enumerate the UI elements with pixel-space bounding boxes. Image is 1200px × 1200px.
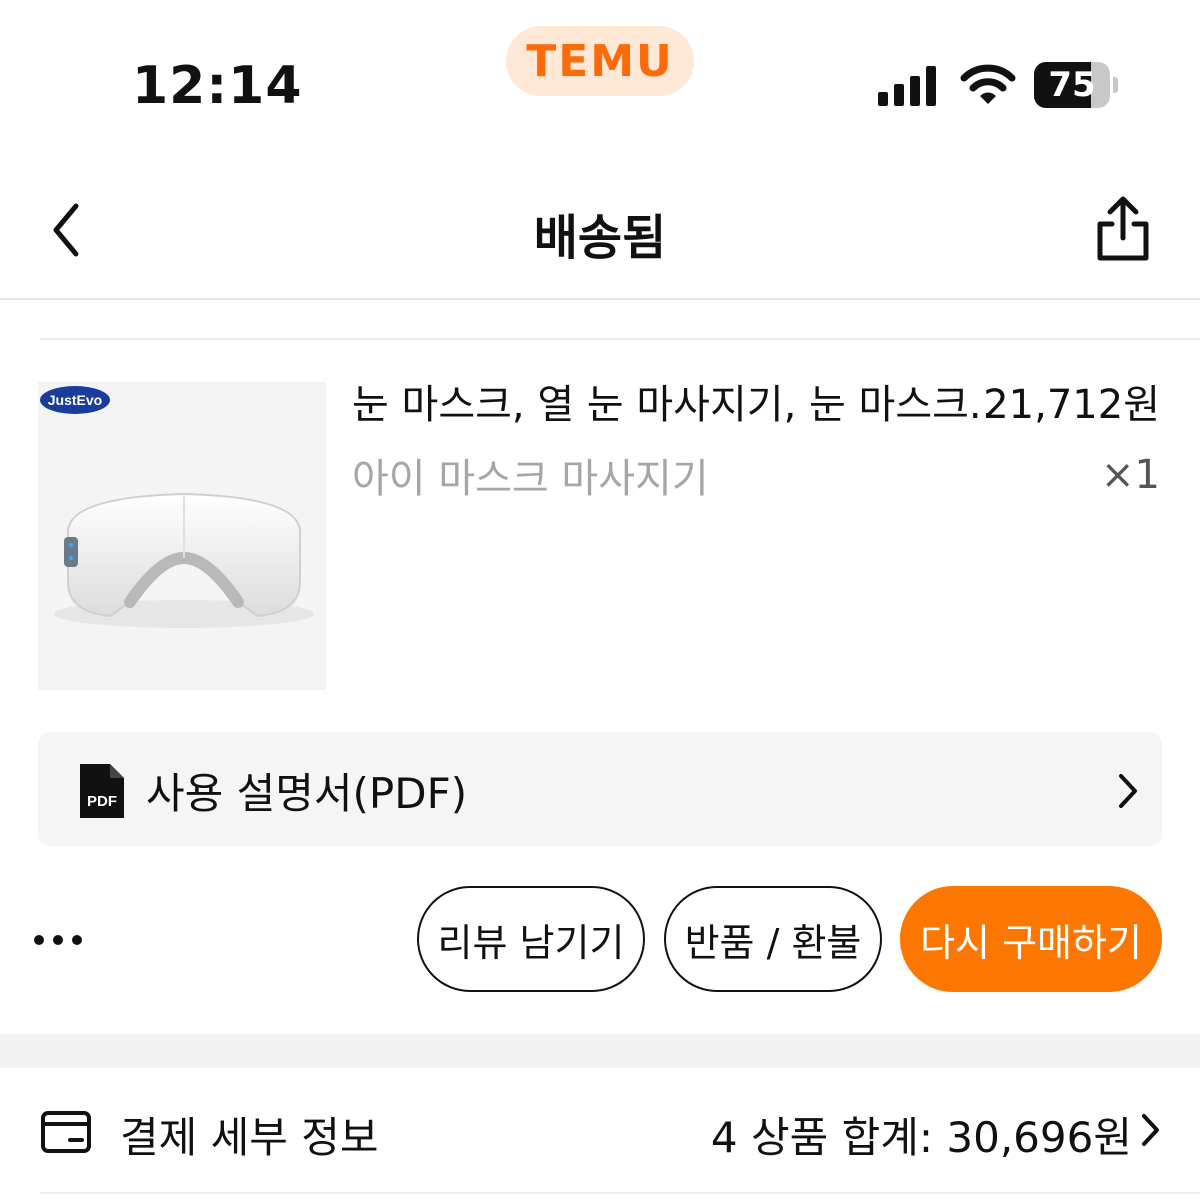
return-refund-button[interactable]: 반품 / 환불 bbox=[664, 886, 882, 992]
pdf-icon-label: PDF bbox=[87, 793, 117, 810]
dot-icon bbox=[34, 935, 44, 945]
eye-massager-illustration bbox=[54, 492, 314, 628]
product-price: 21,712원 bbox=[983, 382, 1160, 428]
buy-again-button[interactable]: 다시 구매하기 bbox=[900, 886, 1162, 992]
user-manual-pdf-row[interactable]: PDF 사용 설명서(PDF) bbox=[38, 732, 1162, 846]
card-icon bbox=[41, 1111, 91, 1153]
divider bbox=[40, 338, 1200, 340]
battery-level-text: 75 bbox=[1048, 65, 1096, 105]
manual-label: 사용 설명서(PDF) bbox=[146, 769, 468, 818]
status-time: 12:14 bbox=[132, 56, 303, 116]
pdf-file-icon: PDF bbox=[80, 764, 124, 818]
temu-brand-pill: TEMU bbox=[506, 26, 694, 96]
dot-icon bbox=[53, 935, 63, 945]
page-header: 배송됨 bbox=[0, 160, 1200, 300]
chevron-right-icon bbox=[1142, 1114, 1159, 1146]
more-options-button[interactable] bbox=[34, 920, 94, 960]
product-image[interactable]: JustEvo bbox=[38, 382, 326, 690]
share-icon[interactable] bbox=[1090, 194, 1156, 264]
product-name[interactable]: 눈 마스크, 열 눈 마사지기, 눈 마스크... bbox=[352, 372, 992, 430]
section-separator bbox=[0, 1034, 1200, 1068]
page-title: 배송됨 bbox=[533, 210, 667, 266]
wifi-icon bbox=[960, 64, 1016, 104]
chevron-right-icon bbox=[1119, 774, 1137, 808]
dot-icon bbox=[72, 935, 82, 945]
product-quantity: ×1 bbox=[1101, 452, 1160, 498]
payment-details-row[interactable]: 결제 세부 정보 4 상품 합계: 30,696원 bbox=[0, 1068, 1200, 1192]
divider bbox=[40, 1192, 1200, 1194]
payment-total-summary: 4 상품 합계: 30,696원 bbox=[710, 1113, 1132, 1162]
brand-label: TEMU bbox=[526, 35, 674, 87]
battery-indicator: 75 bbox=[1034, 62, 1118, 108]
product-variant: 아이 마스크 마사지기 bbox=[352, 456, 709, 502]
payment-details-label: 결제 세부 정보 bbox=[120, 1113, 379, 1162]
cellular-signal-icon bbox=[878, 66, 940, 106]
status-bar: 12:14 TEMU 75 bbox=[0, 0, 1200, 150]
leave-review-button[interactable]: 리뷰 남기기 bbox=[417, 886, 645, 992]
